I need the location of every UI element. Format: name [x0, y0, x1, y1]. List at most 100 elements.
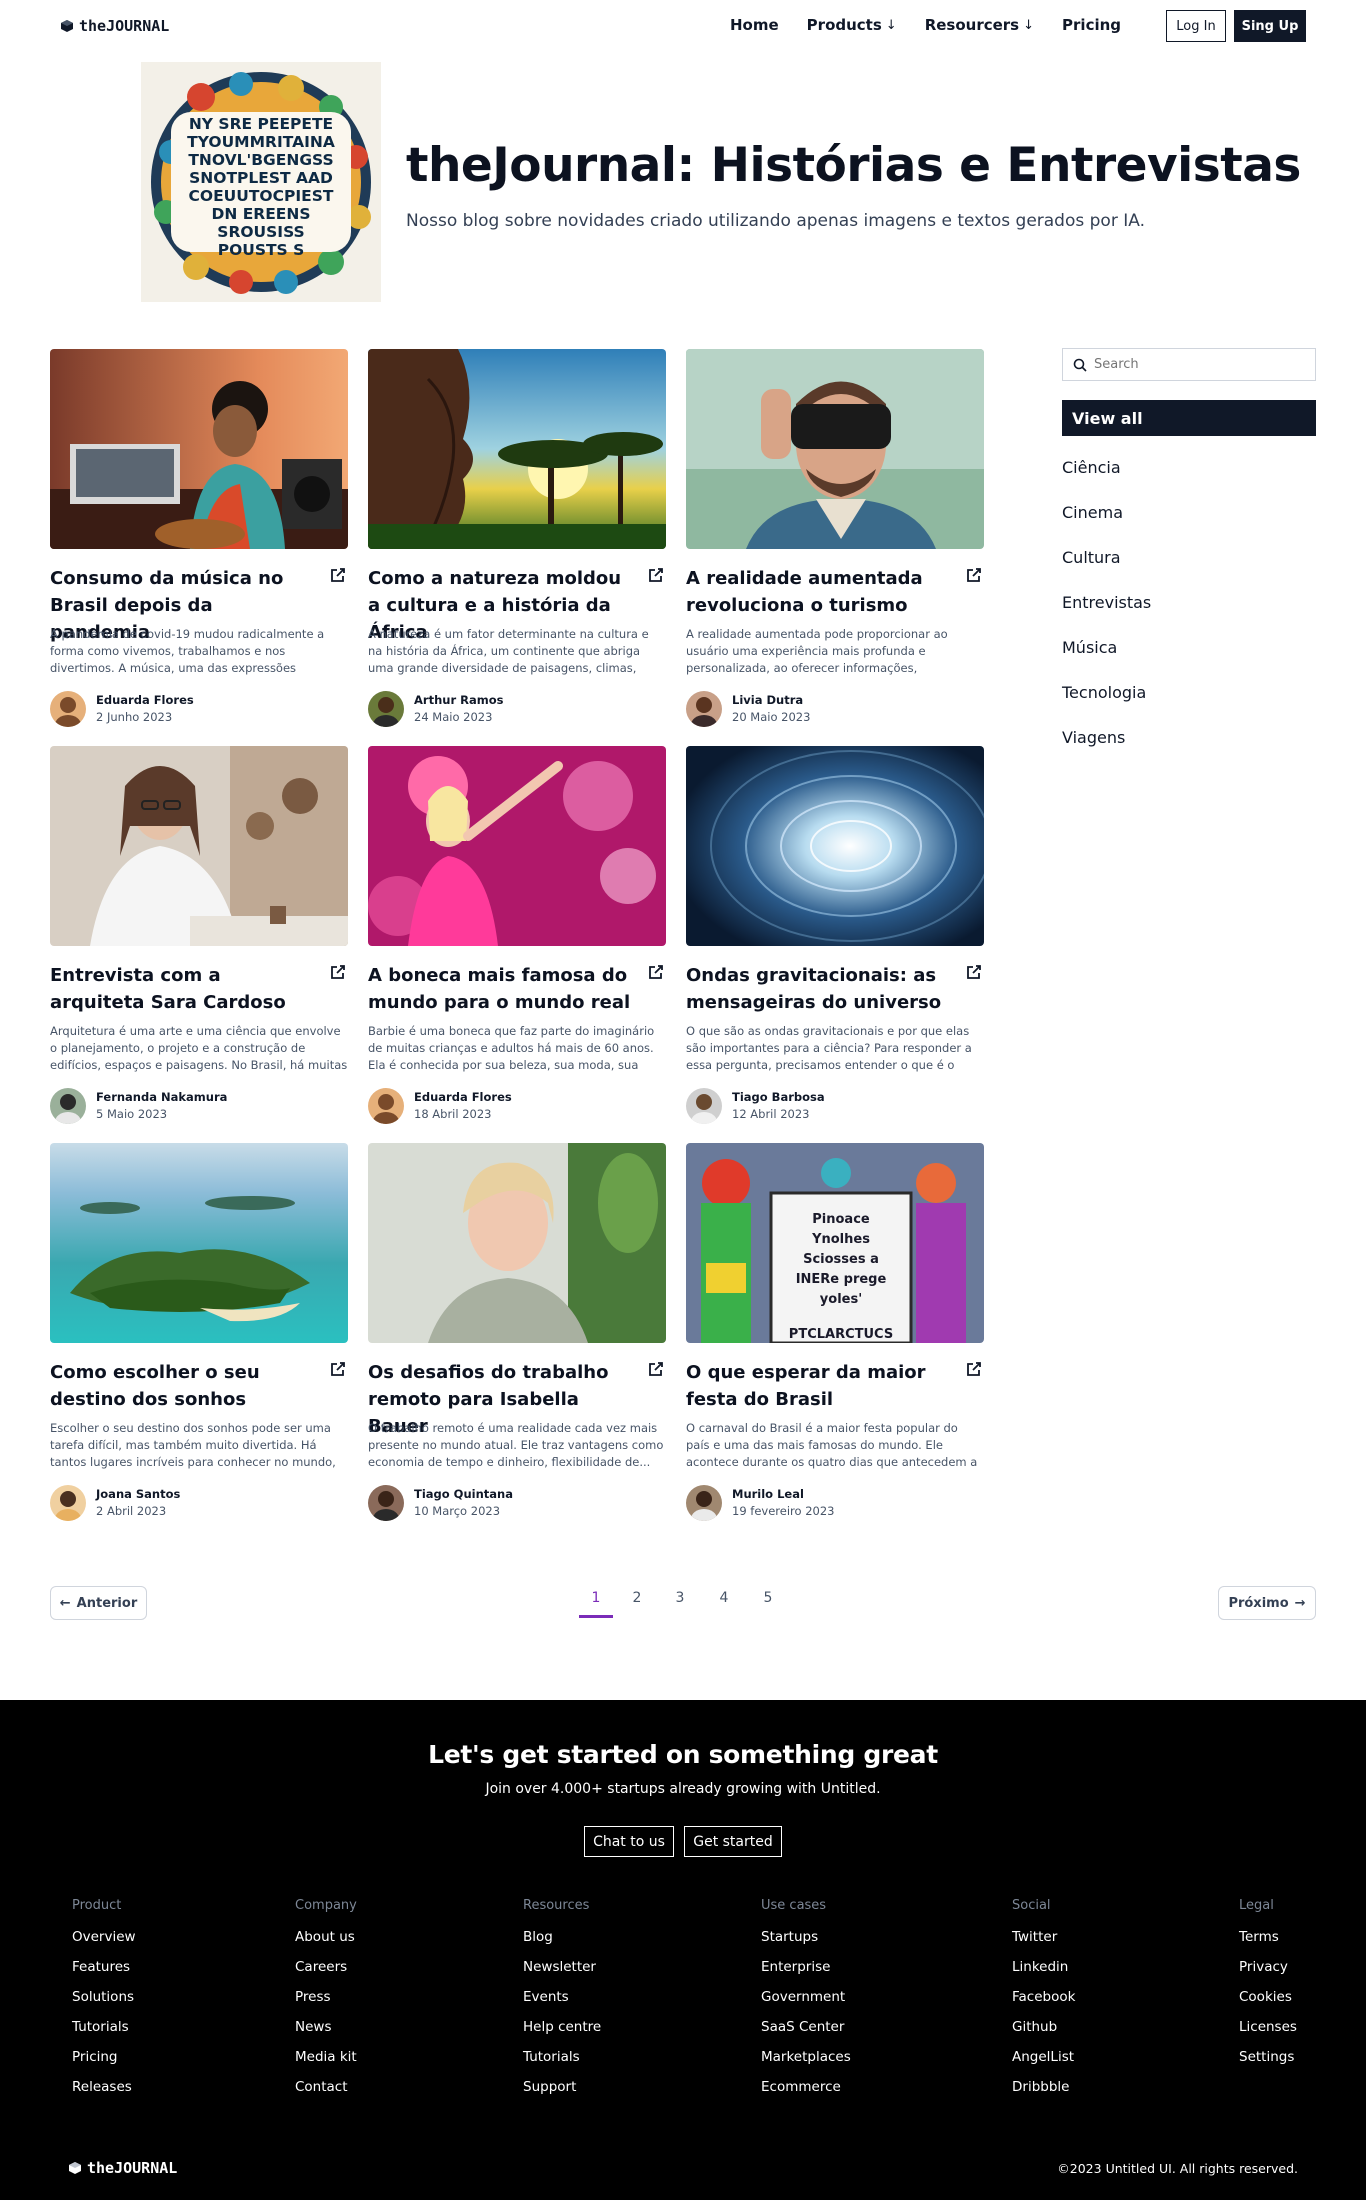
login-button[interactable]: Log In [1166, 10, 1226, 42]
footer-link[interactable]: About us [295, 1928, 357, 1958]
footer-link[interactable]: Contact [295, 2078, 357, 2108]
footer-link[interactable]: Features [72, 1958, 136, 1988]
footer-link[interactable]: Media kit [295, 2048, 357, 2078]
post-title[interactable]: A realidade aumentada revoluciona o turi… [686, 565, 954, 619]
footer-link[interactable]: Careers [295, 1958, 357, 1988]
post-image-pink-doll[interactable] [368, 746, 666, 946]
nav-products[interactable]: Products ↓ [807, 16, 897, 34]
category-musica[interactable]: Música [1062, 638, 1117, 657]
external-link-icon[interactable] [647, 1360, 665, 1378]
external-link-icon[interactable] [647, 963, 665, 981]
external-link-icon[interactable] [965, 566, 983, 584]
page-3[interactable]: 3 [663, 1590, 697, 1614]
svg-text:SROUSISS: SROUSISS [217, 223, 304, 241]
footer-link[interactable]: Government [761, 1988, 851, 2018]
post-card[interactable]: Consumo da música no Brasil depois da pa… [50, 349, 348, 729]
footer-link[interactable]: Solutions [72, 1988, 136, 2018]
category-entrevistas[interactable]: Entrevistas [1062, 593, 1151, 612]
footer-link[interactable]: Releases [72, 2078, 136, 2108]
footer-link[interactable]: Settings [1239, 2048, 1297, 2078]
footer-link[interactable]: Dribbble [1012, 2078, 1075, 2108]
page-1[interactable]: 1 [579, 1590, 613, 1618]
post-image-architect[interactable] [50, 746, 348, 946]
post-card[interactable]: A realidade aumentada revoluciona o turi… [686, 349, 984, 729]
post-card[interactable]: Entrevista com a arquiteta Sara Cardoso … [50, 746, 348, 1126]
post-title[interactable]: Como escolher o seu destino dos sonhos [50, 1359, 318, 1413]
external-link-icon[interactable] [965, 963, 983, 981]
footer-link[interactable]: Startups [761, 1928, 851, 1958]
footer-link[interactable]: Newsletter [523, 1958, 601, 1988]
footer-link[interactable]: Support [523, 2078, 601, 2108]
search-box[interactable] [1062, 348, 1316, 381]
footer-link[interactable]: Marketplaces [761, 2048, 851, 2078]
footer-link[interactable]: Tutorials [523, 2048, 601, 2078]
brand-logo[interactable]: theJOURNAL [60, 17, 169, 35]
post-image-galaxy[interactable] [686, 746, 984, 946]
post-date: 19 fevereiro 2023 [732, 1504, 835, 1518]
post-title[interactable]: Entrevista com a arquiteta Sara Cardoso [50, 962, 318, 1016]
footer-link[interactable]: Events [523, 1988, 601, 2018]
post-image-woman-portrait[interactable] [368, 1143, 666, 1343]
post-card[interactable]: A boneca mais famosa do mundo para o mun… [368, 746, 666, 1126]
nav-pricing[interactable]: Pricing [1062, 16, 1121, 34]
page-5[interactable]: 5 [751, 1590, 785, 1614]
footer-link[interactable]: Cookies [1239, 1988, 1297, 2018]
category-tecnologia[interactable]: Tecnologia [1062, 683, 1146, 702]
post-image-african-mask[interactable] [368, 349, 666, 549]
footer-link[interactable]: Facebook [1012, 1988, 1075, 2018]
nav-home[interactable]: Home [730, 16, 779, 34]
external-link-icon[interactable] [329, 566, 347, 584]
footer-link[interactable]: AngelList [1012, 2048, 1075, 2078]
category-ciencia[interactable]: Ciência [1062, 458, 1121, 477]
signup-button[interactable]: Sing Up [1234, 10, 1306, 42]
previous-page-button[interactable]: ← Anterior [50, 1586, 147, 1620]
post-card[interactable]: Os desafios do trabalho remoto para Isab… [368, 1143, 666, 1523]
cube-icon [69, 2162, 81, 2174]
footer-link[interactable]: Ecommerce [761, 2078, 851, 2108]
category-view-all[interactable]: View all [1062, 400, 1316, 436]
post-title[interactable]: A boneca mais famosa do mundo para o mun… [368, 962, 636, 1016]
post-card[interactable]: Como escolher o seu destino dos sonhos E… [50, 1143, 348, 1523]
nav-resourcers[interactable]: Resourcers ↓ [925, 16, 1034, 34]
footer-link[interactable]: Twitter [1012, 1928, 1075, 1958]
external-link-icon[interactable] [329, 1360, 347, 1378]
external-link-icon[interactable] [965, 1360, 983, 1378]
post-image-carnival[interactable]: Pinoace Ynolhes Sciosses a INERe prege y… [686, 1143, 984, 1343]
post-title[interactable]: O que esperar da maior festa do Brasil [686, 1359, 954, 1413]
footer-link[interactable]: Tutorials [72, 2018, 136, 2048]
category-viagens[interactable]: Viagens [1062, 728, 1125, 747]
footer-link[interactable]: Privacy [1239, 1958, 1297, 1988]
page-2[interactable]: 2 [620, 1590, 654, 1614]
post-image-vr-headset[interactable] [686, 349, 984, 549]
footer-link[interactable]: Github [1012, 2018, 1075, 2048]
footer-link[interactable]: Help centre [523, 2018, 601, 2048]
get-started-button[interactable]: Get started [684, 1826, 782, 1857]
next-page-button[interactable]: Próximo → [1218, 1586, 1316, 1620]
page-4[interactable]: 4 [707, 1590, 741, 1614]
post-card[interactable]: Ondas gravitacionais: as mensageiras do … [686, 746, 984, 1126]
post-image-island[interactable] [50, 1143, 348, 1343]
footer-link[interactable]: Overview [72, 1928, 136, 1958]
copyright: ©2023 Untitled UI. All rights reserved. [1057, 2161, 1298, 2176]
footer-link[interactable]: News [295, 2018, 357, 2048]
external-link-icon[interactable] [329, 963, 347, 981]
post-card[interactable]: Pinoace Ynolhes Sciosses a INERe prege y… [686, 1143, 984, 1523]
category-cultura[interactable]: Cultura [1062, 548, 1121, 567]
post-excerpt: O trabalho remoto é uma realidade cada v… [368, 1421, 664, 1469]
footer-link[interactable]: SaaS Center [761, 2018, 851, 2048]
footer-link[interactable]: Press [295, 1988, 357, 2018]
footer-link[interactable]: Pricing [72, 2048, 136, 2078]
footer-link[interactable]: Linkedin [1012, 1958, 1075, 1988]
footer-link[interactable]: Enterprise [761, 1958, 851, 1988]
external-link-icon[interactable] [647, 566, 665, 584]
post-image-musician[interactable] [50, 349, 348, 549]
footer-brand-logo[interactable]: theJOURNAL [68, 2159, 177, 2177]
post-title[interactable]: Ondas gravitacionais: as mensageiras do … [686, 962, 954, 1016]
chat-to-us-button[interactable]: Chat to us [584, 1826, 674, 1857]
search-input[interactable] [1094, 357, 1294, 372]
footer-link[interactable]: Terms [1239, 1928, 1297, 1958]
category-cinema[interactable]: Cinema [1062, 503, 1123, 522]
post-card[interactable]: Como a natureza moldou a cultura e a his… [368, 349, 666, 729]
footer-link[interactable]: Licenses [1239, 2018, 1297, 2048]
footer-link[interactable]: Blog [523, 1928, 601, 1958]
